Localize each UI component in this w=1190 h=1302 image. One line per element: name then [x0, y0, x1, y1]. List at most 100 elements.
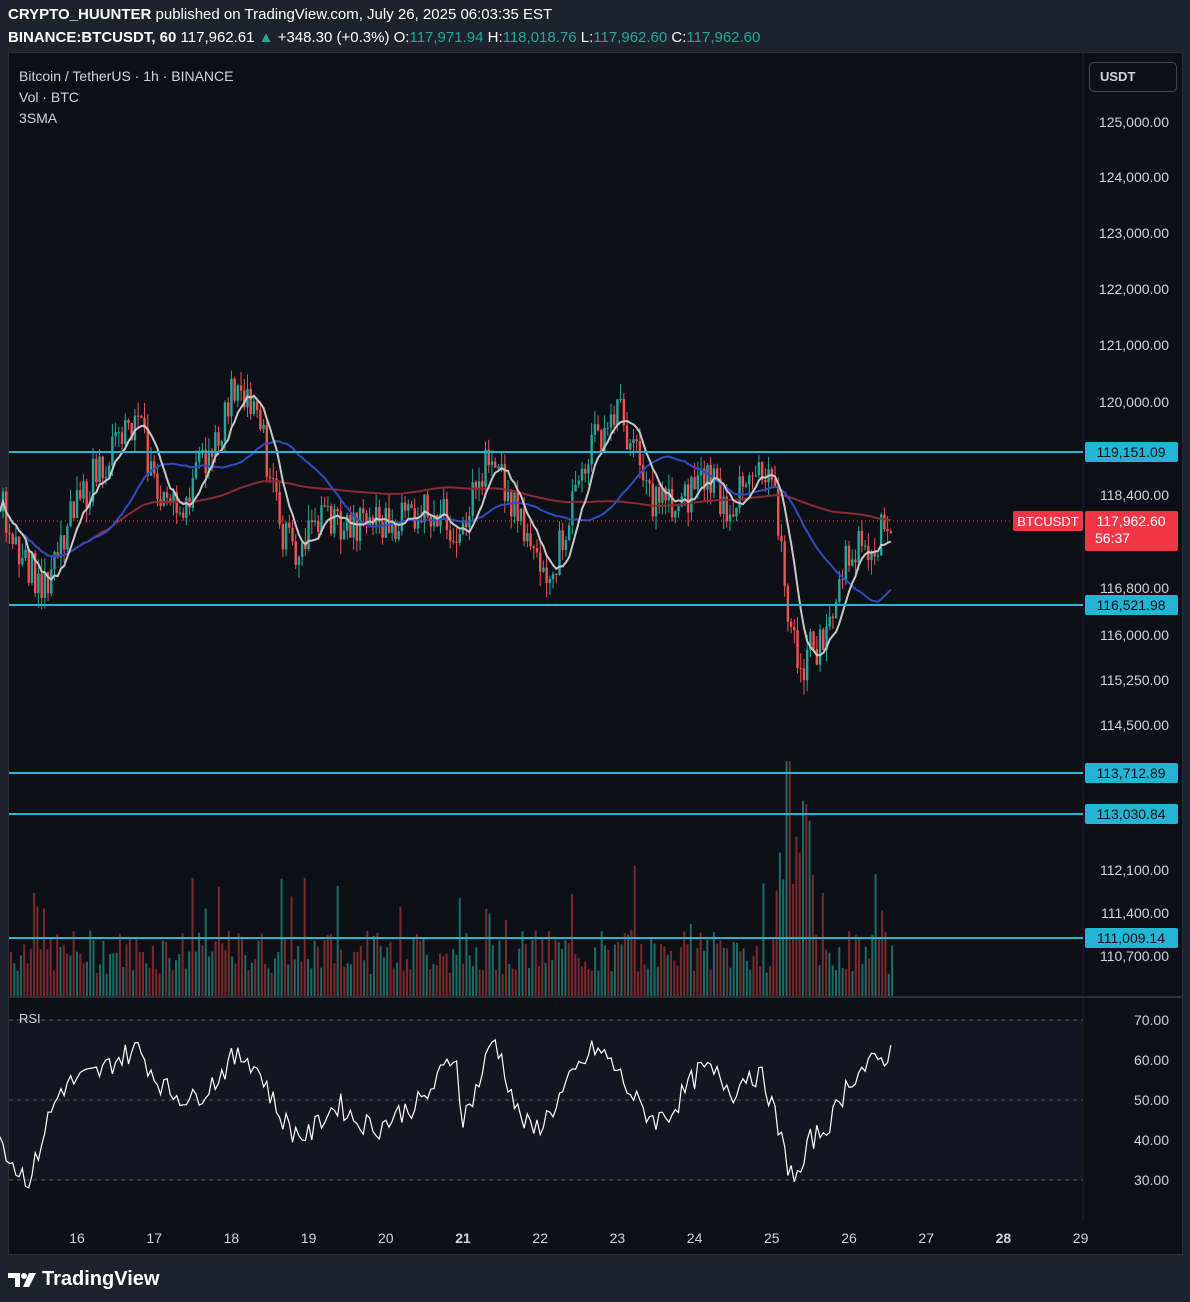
volume-bar — [257, 940, 260, 996]
candle-body — [500, 464, 503, 467]
candle-body — [374, 506, 378, 525]
candle-body — [72, 501, 75, 518]
chart-canvas[interactable]: 125,000.00 124,000.00 123,000.00 122,000.00… — [0, 0, 1190, 1302]
volume-bar — [709, 969, 712, 996]
volume-bar — [640, 944, 643, 996]
rsi-legend[interactable]: RSI — [19, 1011, 41, 1026]
volume-bar — [577, 957, 580, 996]
volume-bar — [534, 930, 537, 996]
y-tick-label: 116,000.00 — [1100, 627, 1169, 643]
volume-bar — [290, 896, 293, 996]
candle-body — [465, 522, 468, 528]
candle-body — [233, 378, 236, 401]
volume-bar — [679, 947, 682, 996]
volume-bar — [373, 935, 375, 996]
volume-bar — [217, 886, 220, 996]
candle-body — [326, 505, 330, 507]
volume-bar — [267, 968, 270, 996]
candle-body — [818, 629, 822, 665]
volume-bar — [26, 963, 29, 996]
candle-body — [294, 541, 297, 565]
volume-bar — [135, 936, 138, 996]
tradingview-logo[interactable]: TradingView — [8, 1268, 159, 1291]
candle-body — [577, 480, 580, 485]
volume-bar — [706, 939, 709, 996]
volume-bar — [547, 931, 550, 996]
candle-body — [455, 541, 458, 543]
legend-sma[interactable]: 3SMA — [19, 110, 57, 126]
candle-body — [493, 461, 497, 468]
candle-body — [156, 473, 159, 499]
candle-body — [217, 432, 220, 446]
candle-body — [883, 514, 886, 530]
candle-body — [728, 514, 732, 522]
y-tick-label: 110,700.00 — [1100, 948, 1169, 964]
candle-body — [75, 490, 79, 518]
y-tick-label: 116,800.00 — [1100, 580, 1169, 596]
volume-bar — [884, 932, 887, 996]
candle-body — [777, 486, 780, 536]
volume-bar — [772, 938, 775, 996]
volume-bar — [237, 933, 240, 996]
candle-body — [593, 424, 597, 435]
candle-body — [735, 507, 738, 517]
volume-bar — [353, 951, 356, 996]
volume-bar — [749, 969, 752, 996]
volume-bar — [686, 944, 689, 996]
volume-bar — [175, 960, 177, 996]
volume-bar — [514, 969, 517, 996]
rsi-tick-label: 70.00 — [1134, 1012, 1169, 1028]
legend-title[interactable]: Bitcoin / TetherUS · 1h · BINANCE — [19, 68, 233, 84]
candle-body — [805, 649, 809, 681]
volume-bar — [316, 946, 319, 996]
candle-body — [272, 478, 275, 480]
candle-body — [194, 462, 198, 479]
volume-bar — [775, 890, 778, 996]
candle-body — [317, 520, 320, 532]
candle-body — [423, 494, 426, 523]
tradingview-logo-icon — [8, 1272, 36, 1287]
candle-body — [120, 432, 124, 444]
candle-body — [30, 553, 34, 583]
volume-bar — [590, 970, 593, 996]
candle-body — [133, 415, 137, 441]
candle-body — [265, 424, 268, 477]
currency-button[interactable]: USDT — [1089, 62, 1177, 92]
volume-bar — [808, 820, 811, 996]
candle-body — [542, 567, 545, 572]
volume-bar — [323, 940, 326, 996]
brand-name: TradingView — [42, 1268, 160, 1290]
sma-fast-line — [0, 394, 892, 657]
candle-body — [748, 475, 751, 485]
volume-bar — [13, 963, 16, 996]
candle-body — [223, 402, 227, 442]
candle-body — [625, 425, 629, 450]
candle-body — [259, 410, 262, 430]
volume-bar — [231, 956, 234, 996]
volume-bar — [623, 933, 626, 996]
x-tick-label: 23 — [610, 1230, 626, 1246]
candle-body — [860, 530, 864, 547]
legend-volume[interactable]: Vol · BTC — [19, 89, 79, 105]
rsi-tick-label: 50.00 — [1134, 1092, 1169, 1108]
y-tick-label: 120,000.00 — [1099, 394, 1169, 410]
candle-body — [847, 545, 851, 566]
volume-bar — [201, 945, 204, 996]
candle-body — [889, 531, 893, 534]
volume-bar — [752, 955, 755, 996]
volume-bar — [19, 955, 22, 996]
volume-bar — [788, 761, 791, 996]
candle-body — [342, 530, 346, 540]
volume-bar — [59, 946, 62, 996]
candle-body — [690, 477, 693, 513]
volume-bar — [178, 954, 181, 996]
volume-bar — [52, 970, 55, 996]
volume-bar — [465, 933, 468, 996]
volume-bar — [442, 956, 445, 996]
volume-bar — [729, 967, 732, 996]
volume-bar — [580, 966, 583, 996]
candle-body — [629, 443, 632, 450]
volume-bar — [247, 970, 250, 996]
volume-bar — [198, 932, 201, 996]
candle-body — [11, 533, 14, 544]
